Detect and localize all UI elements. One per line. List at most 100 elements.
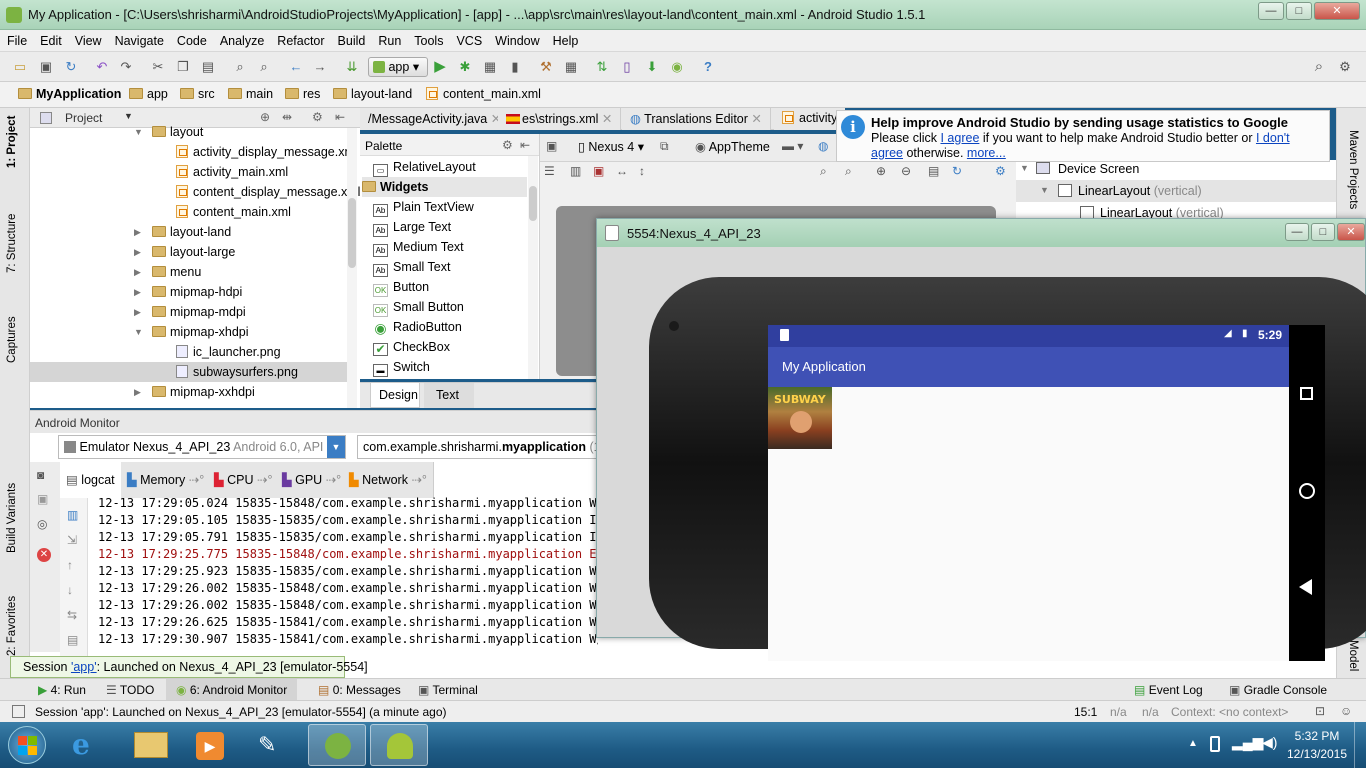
- minimize-button[interactable]: —: [1258, 2, 1284, 20]
- expand-arrow-icon[interactable]: ▼: [1020, 163, 1029, 173]
- network-tray-icon[interactable]: ▂▄▆: [1232, 734, 1263, 751]
- open-folder-icon[interactable]: ▭: [12, 59, 28, 75]
- android-device-monitor-icon[interactable]: ◉: [669, 59, 685, 75]
- tree-item[interactable]: ic_launcher.png: [30, 342, 347, 362]
- project-structure-icon[interactable]: ⚒: [538, 59, 554, 75]
- palette-item[interactable]: ◉ RadioButton: [373, 317, 462, 337]
- tool-tab-terminal[interactable]: ▣ Terminal: [418, 683, 478, 697]
- list-icon[interactable]: ☰: [544, 164, 555, 178]
- run-icon[interactable]: ▶: [432, 59, 448, 75]
- tree-linear-layout[interactable]: LinearLayout (vertical): [1078, 184, 1202, 198]
- lock-icon[interactable]: ⊡: [1315, 704, 1325, 718]
- dont-agree-link-2[interactable]: agree: [871, 146, 903, 160]
- battery-tray-icon[interactable]: [1210, 736, 1220, 752]
- tab-activity[interactable]: activity: [774, 108, 846, 130]
- tab-translations-editor[interactable]: ◍ Translations Editor ✕: [622, 108, 771, 130]
- width-icon[interactable]: ↔: [616, 164, 628, 178]
- replace-icon[interactable]: ⌕: [256, 59, 272, 75]
- tool-tab-structure[interactable]: 7: Structure: [6, 214, 18, 273]
- taskbar-date[interactable]: 12/13/2015: [1284, 747, 1350, 761]
- tree-item[interactable]: ▶ mipmap-mdpi: [30, 302, 347, 322]
- redo-icon[interactable]: ↷: [118, 59, 134, 75]
- close-button[interactable]: ✕: [1314, 2, 1360, 20]
- palette-item[interactable]: ▭ RelativeLayout: [373, 157, 476, 177]
- tab-logcat[interactable]: ▤ logcat: [60, 462, 122, 498]
- breadcrumb-src[interactable]: src: [180, 87, 215, 101]
- device-select[interactable]: ▯ Nexus 4 ▾: [578, 139, 644, 154]
- tree-device-screen[interactable]: Device Screen: [1058, 162, 1139, 176]
- debug-icon[interactable]: ✱: [457, 59, 473, 75]
- tool-tab-model[interactable]: Model: [1347, 640, 1359, 671]
- tool-tab-todo[interactable]: ☰ TODO: [106, 683, 154, 697]
- theme-select[interactable]: ◉ AppTheme: [695, 139, 770, 154]
- columns-icon[interactable]: ▥: [570, 164, 581, 178]
- process-select[interactable]: com.example.shrisharmi.myapplication (15…: [357, 435, 601, 459]
- tool-tab-build-variants[interactable]: Build Variants: [6, 483, 18, 553]
- maximize-button[interactable]: □: [1286, 2, 1312, 20]
- tree-item[interactable]: content_main.xml: [30, 202, 347, 222]
- tree-item[interactable]: ▼ layout: [30, 122, 347, 142]
- up-icon[interactable]: ↑: [67, 558, 73, 572]
- palette-scroll-thumb[interactable]: [529, 186, 537, 221]
- paste-icon[interactable]: ▤: [200, 59, 216, 75]
- zoom-out-icon[interactable]: ⊖: [901, 164, 911, 178]
- sdk-manager-icon[interactable]: ⬇: [644, 59, 660, 75]
- print-icon[interactable]: ▤: [67, 633, 78, 647]
- cut-icon[interactable]: ✂: [150, 59, 166, 75]
- clear-icon[interactable]: ▣: [593, 164, 604, 178]
- emulator-maximize-button[interactable]: □: [1311, 223, 1335, 241]
- hector-icon[interactable]: ☺: [1340, 704, 1352, 718]
- menu-tools[interactable]: Tools: [407, 30, 449, 48]
- recents-button[interactable]: [1300, 387, 1313, 400]
- orientation-icon[interactable]: ⧉: [660, 139, 669, 154]
- taskbar-android-studio[interactable]: [308, 724, 366, 766]
- dont-agree-link[interactable]: I don't: [1256, 131, 1290, 145]
- tool-tab-favorites[interactable]: 2: Favorites: [6, 596, 18, 656]
- gear-icon[interactable]: ⚙: [502, 138, 513, 152]
- agree-link[interactable]: I agree: [940, 131, 979, 145]
- menu-build[interactable]: Build: [331, 30, 372, 48]
- taskbar-emulator[interactable]: [370, 724, 428, 766]
- scroll-end-icon[interactable]: ⇲: [67, 533, 77, 547]
- chevron-right-icon[interactable]: ▶: [134, 302, 141, 322]
- zoom-fit-icon[interactable]: ⌕: [820, 164, 827, 179]
- chevron-down-icon[interactable]: ▼: [327, 436, 345, 458]
- tree-item[interactable]: ▶ layout-large: [30, 242, 347, 262]
- file-explorer-icon[interactable]: [134, 732, 168, 758]
- tree-item[interactable]: content_display_message.xml: [30, 182, 360, 202]
- zoom-actual-icon[interactable]: ⌕: [845, 164, 852, 179]
- volume-icon[interactable]: ◀): [1262, 734, 1277, 751]
- tab-gpu[interactable]: ▙ GPU ⇢°: [276, 462, 349, 498]
- back-button[interactable]: [1299, 579, 1312, 595]
- tool-tab-maven[interactable]: Maven Projects: [1347, 130, 1359, 209]
- palette-item[interactable]: Ab Small Text: [373, 257, 450, 277]
- session-app-link[interactable]: 'app': [71, 660, 97, 674]
- menu-view[interactable]: View: [68, 30, 108, 48]
- copy-icon[interactable]: ❐: [175, 59, 191, 75]
- tab-text[interactable]: Text: [424, 383, 474, 408]
- menu-window[interactable]: Window: [488, 30, 545, 48]
- start-button[interactable]: [8, 726, 46, 764]
- gradle-sync-icon[interactable]: ⇅: [594, 59, 610, 75]
- tree-item[interactable]: activity_display_message.xml: [30, 142, 358, 162]
- breadcrumb-layout-land[interactable]: layout-land: [333, 87, 412, 101]
- tool-tab-gradle-console[interactable]: ▣ Gradle Console: [1229, 683, 1327, 697]
- chevron-right-icon[interactable]: ▶: [134, 222, 141, 242]
- hide-panel-icon[interactable]: ⇤: [520, 138, 530, 152]
- more-link[interactable]: more...: [967, 146, 1006, 160]
- chevron-right-icon[interactable]: ▶: [134, 262, 141, 282]
- menu-run[interactable]: Run: [371, 30, 407, 48]
- device-select[interactable]: Emulator Nexus_4_API_23 Android 6.0, API…: [58, 435, 346, 459]
- tree-scroll-thumb[interactable]: [348, 198, 356, 268]
- chevron-right-icon[interactable]: ▶: [134, 242, 141, 262]
- tree-item[interactable]: ▶ mipmap-xxhdpi: [30, 382, 347, 402]
- breadcrumb-main[interactable]: main: [228, 87, 273, 101]
- camera-icon[interactable]: ◙: [37, 468, 44, 482]
- tab-network[interactable]: ▙ Network ⇢°: [343, 462, 434, 498]
- media-player-icon[interactable]: ▶: [196, 732, 224, 760]
- soft-wrap-icon[interactable]: ⇆: [67, 608, 77, 622]
- paint-icon[interactable]: ✎: [258, 732, 288, 760]
- palette-item[interactable]: Ab Large Text: [373, 217, 451, 237]
- chevron-down-icon[interactable]: ▼: [134, 322, 143, 342]
- trash-icon[interactable]: ▥: [67, 508, 78, 522]
